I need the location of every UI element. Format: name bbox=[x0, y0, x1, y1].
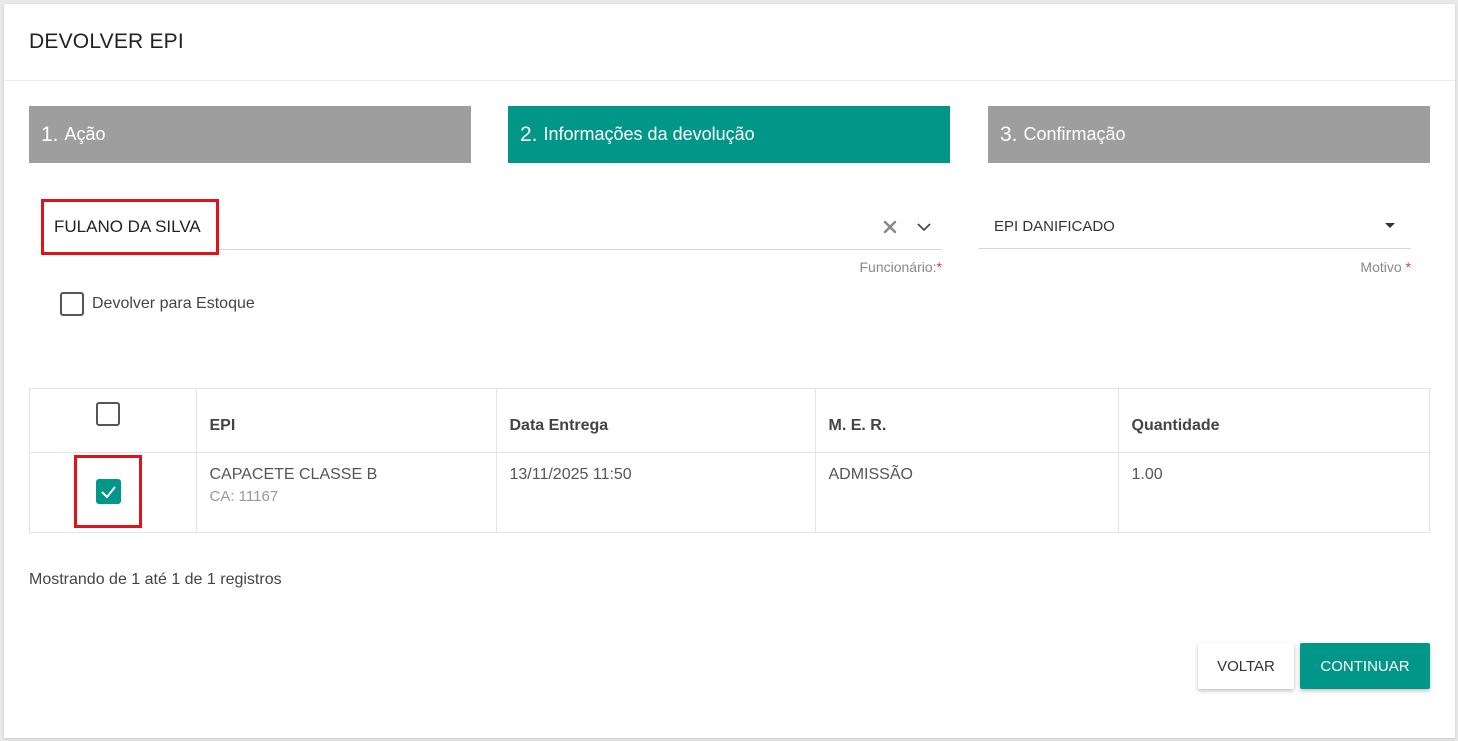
return-to-stock-checkbox[interactable] bbox=[60, 292, 84, 316]
employee-label-text: Funcionário: bbox=[859, 259, 937, 275]
motivo-selected-value: EPI DANIFICADO bbox=[994, 217, 1115, 235]
step-number: 2. bbox=[520, 122, 538, 146]
epi-ca: CA: 11167 bbox=[209, 487, 279, 505]
caret-down-icon bbox=[1385, 223, 1395, 228]
motivo-label-text: Motivo bbox=[1360, 259, 1402, 275]
card-header: DEVOLVER EPI bbox=[4, 4, 1455, 81]
column-header-epi: EPI bbox=[196, 389, 497, 452]
step-number: 3. bbox=[1000, 122, 1018, 146]
step-return-info[interactable]: 2. Informações da devolução bbox=[508, 106, 950, 163]
return-to-stock-toggle[interactable]: Devolver para Estoque bbox=[60, 292, 255, 316]
epi-name: CAPACETE CLASSE B bbox=[209, 465, 378, 483]
step-label: Informações da devolução bbox=[543, 124, 755, 144]
select-all-checkbox[interactable] bbox=[96, 402, 120, 426]
step-label: Confirmação bbox=[1023, 124, 1126, 144]
motivo-label: Motivo * bbox=[979, 259, 1411, 275]
cell-quantity: 1.00 bbox=[1131, 465, 1163, 483]
back-button[interactable]: VOLTAR bbox=[1198, 643, 1294, 689]
records-info: Mostrando de 1 até 1 de 1 registros bbox=[29, 571, 282, 588]
return-to-stock-label: Devolver para Estoque bbox=[92, 295, 255, 312]
employee-selected-value: FULANO DA SILVA bbox=[41, 199, 219, 255]
checkmark-icon bbox=[101, 485, 116, 498]
motivo-select[interactable]: EPI DANIFICADO bbox=[979, 204, 1411, 249]
employee-select[interactable]: FULANO DA SILVA bbox=[41, 199, 942, 255]
required-marker: * bbox=[936, 259, 942, 275]
page-title: DEVOLVER EPI bbox=[29, 30, 184, 53]
cell-date: 13/11/2025 11:50 bbox=[496, 452, 816, 532]
cell-epi: CAPACETE CLASSE B CA: 11167 bbox=[196, 452, 497, 532]
epi-table: EPI Data Entrega M. E. R. Quantidade CAP… bbox=[29, 388, 1430, 533]
row-checkbox[interactable] bbox=[96, 478, 121, 504]
return-epi-card: DEVOLVER EPI 1. Ação 2. Informações da d… bbox=[4, 4, 1455, 738]
chevron-down-icon[interactable] bbox=[916, 219, 932, 235]
step-action[interactable]: 1. Ação bbox=[29, 106, 471, 163]
employee-label: Funcionário:* bbox=[41, 259, 943, 275]
column-header-quantity: Quantidade bbox=[1131, 417, 1220, 434]
column-header-mer: M. E. R. bbox=[815, 389, 1119, 452]
cell-mer: ADMISSÃO bbox=[815, 452, 1119, 532]
clear-icon[interactable] bbox=[882, 219, 898, 235]
step-confirmation[interactable]: 3. Confirmação bbox=[988, 106, 1430, 163]
select-all-cell bbox=[30, 389, 197, 452]
table-header-row: EPI Data Entrega M. E. R. Quantidade bbox=[30, 389, 1429, 452]
wizard-steps: 1. Ação 2. Informações da devolução 3. C… bbox=[29, 106, 1430, 163]
continue-button[interactable]: CONTINUAR bbox=[1300, 643, 1430, 689]
step-number: 1. bbox=[41, 122, 59, 146]
step-label: Ação bbox=[64, 124, 106, 144]
required-marker: * bbox=[1405, 259, 1411, 275]
row-select-cell bbox=[30, 452, 197, 532]
table-row[interactable]: CAPACETE CLASSE B CA: 11167 13/11/2025 1… bbox=[30, 452, 1429, 532]
column-header-date: Data Entrega bbox=[496, 389, 816, 452]
